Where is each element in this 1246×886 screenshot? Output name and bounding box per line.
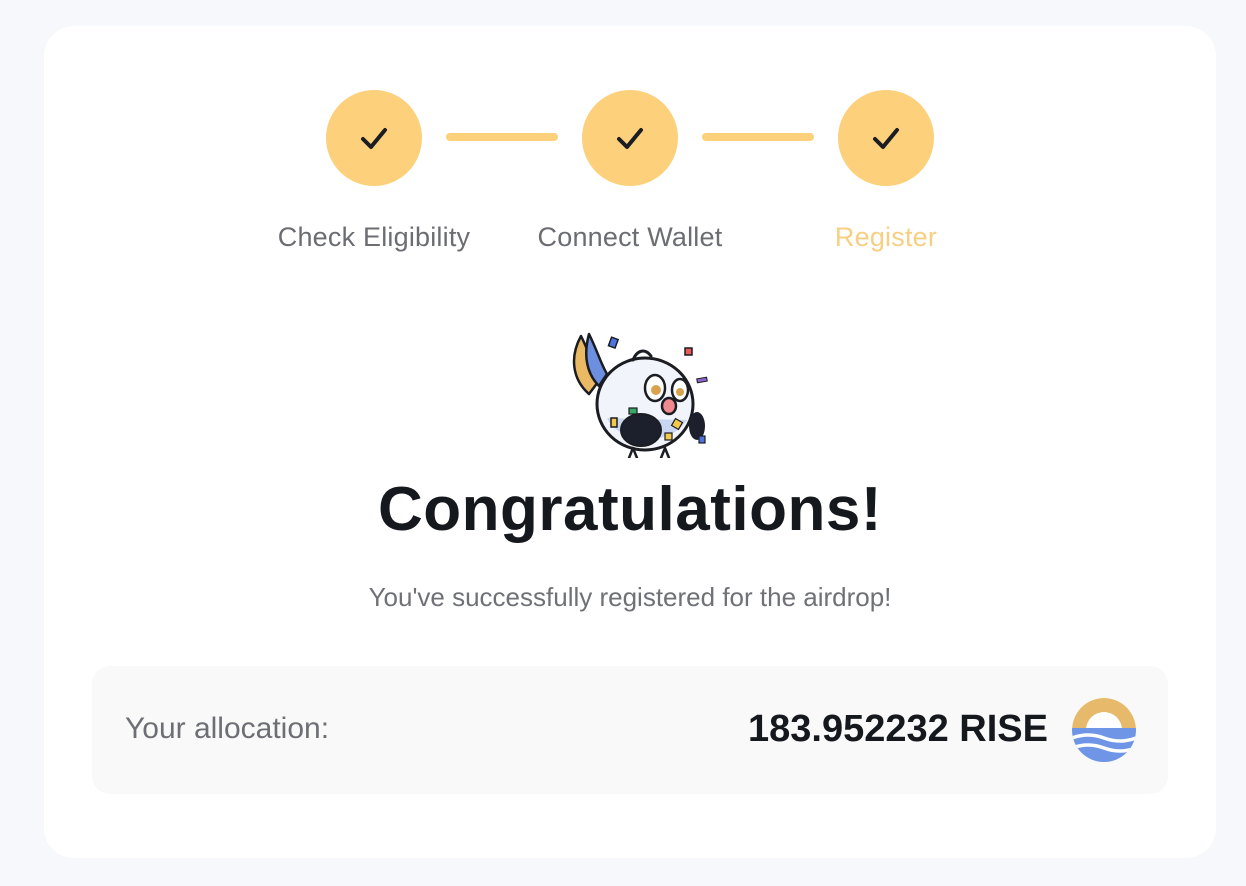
- step-connector-2: [702, 133, 814, 141]
- step-check-eligibility-circle: [326, 90, 422, 186]
- rise-token-icon: [1072, 698, 1136, 762]
- registration-card: Check Eligibility Connect Wallet Registe…: [44, 26, 1216, 858]
- checkmark-icon: [873, 128, 899, 149]
- step-connect-wallet-circle: [582, 90, 678, 186]
- checkmark-icon: [617, 128, 643, 149]
- allocation-amount: 183.952232 RISE: [747, 708, 1048, 750]
- celebrating-bird-mascot-icon: [572, 332, 708, 458]
- allocation-label: Your allocation:: [125, 712, 330, 745]
- checkmark-icon: [361, 128, 387, 149]
- step-connector-1: [446, 133, 558, 141]
- step-label-register: Register: [834, 222, 938, 252]
- success-message: You've successfully registered for the a…: [368, 582, 892, 612]
- step-label-connect-wallet: Connect Wallet: [537, 222, 723, 252]
- step-label-check-eligibility: Check Eligibility: [277, 222, 471, 252]
- allocation-panel: Your allocation: 183.952232 RISE: [92, 666, 1168, 794]
- congratulations-title: Congratulations!: [378, 475, 882, 544]
- step-register-circle: [838, 90, 934, 186]
- progress-stepper: Check Eligibility Connect Wallet Registe…: [44, 26, 1216, 286]
